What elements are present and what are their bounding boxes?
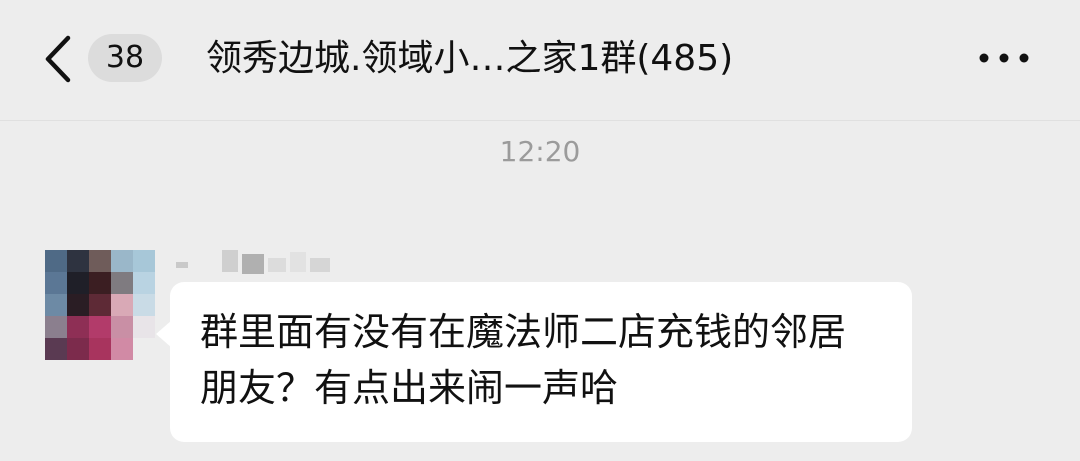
back-button[interactable] <box>38 32 82 86</box>
message-text: 群里面有没有在魔法师二店充钱的邻居朋友？有点出来闹一声哈 <box>200 310 847 410</box>
message-bubble[interactable]: 群里面有没有在魔法师二店充钱的邻居朋友？有点出来闹一声哈 <box>156 282 912 442</box>
sender-avatar[interactable] <box>45 250 155 360</box>
chat-header: 38 领秀边城.领域小…之家1群(485) <box>0 0 1080 121</box>
chevron-left-icon <box>45 35 71 83</box>
message-timestamp: 12:20 <box>499 135 581 168</box>
more-dots-icon <box>979 53 1029 63</box>
chat-title: 领秀边城.领域小…之家1群(485) <box>206 38 734 79</box>
unread-count-badge[interactable]: 38 <box>88 34 162 82</box>
bubble-arrow <box>156 320 172 348</box>
sender-name-redacted <box>176 250 330 274</box>
more-button[interactable] <box>976 40 1032 76</box>
